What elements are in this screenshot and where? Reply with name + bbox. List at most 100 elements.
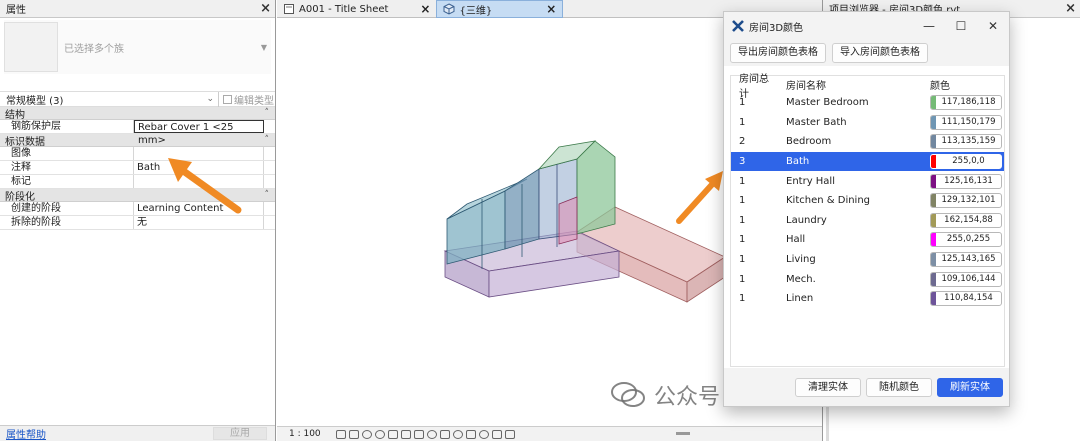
show-crop-icon[interactable]	[413, 429, 424, 439]
detail-level-icon[interactable]	[335, 429, 346, 439]
color-value: 117,186,118	[941, 97, 996, 108]
room-count: 1	[739, 175, 746, 187]
analysis-icon[interactable]	[478, 429, 489, 439]
color-swatch-button[interactable]: 125,143,165	[930, 252, 1002, 268]
color-swatch-button[interactable]: 129,132,101	[930, 193, 1002, 209]
close-icon[interactable]: ×	[420, 2, 430, 16]
family-filter-dropdown[interactable]: 常规模型 (3) ⌄	[0, 91, 219, 107]
room-name: Linen	[786, 293, 814, 305]
color-swatch	[931, 233, 936, 247]
table-row[interactable]: 2 Bedroom 113,135,159	[731, 132, 1004, 152]
room-count: 1	[739, 116, 746, 128]
color-cell: 129,132,101	[928, 193, 1004, 209]
color-cell: 109,106,144	[928, 271, 1004, 287]
color-swatch	[931, 253, 936, 267]
shadows-icon[interactable]	[374, 429, 385, 439]
collapse-icon[interactable]: ˄	[265, 190, 270, 200]
worksharing-icon[interactable]	[465, 429, 476, 439]
table-row[interactable]: 1 Master Bath 111,150,179	[731, 113, 1004, 133]
column-header: 房间名称	[786, 81, 826, 92]
property-key: 注释	[0, 161, 134, 174]
room-name: Laundry	[786, 214, 827, 226]
property-cell-blank	[264, 161, 275, 174]
color-swatch-button[interactable]: 125,16,131	[930, 173, 1002, 189]
color-swatch	[931, 174, 936, 188]
color-cell: 125,16,131	[928, 173, 1004, 189]
room-name: Living	[786, 254, 816, 266]
color-value: 129,132,101	[941, 195, 996, 206]
color-swatch-button[interactable]: 113,135,159	[930, 134, 1002, 150]
crop-view-icon[interactable]	[400, 429, 411, 439]
room-count: 1	[739, 234, 746, 246]
properties-footer: 属性帮助 应用	[0, 425, 275, 441]
color-cell: 125,143,165	[928, 252, 1004, 268]
close-icon[interactable]: ✕	[977, 19, 1009, 33]
color-swatch-button[interactable]: 117,186,118	[930, 95, 1002, 111]
color-swatch	[931, 292, 936, 306]
visual-style-icon[interactable]	[348, 429, 359, 439]
sun-path-icon[interactable]	[361, 429, 372, 439]
horizontal-scrollbar[interactable]	[676, 432, 690, 435]
table-row[interactable]: 1 Hall 255,0,255	[731, 230, 1004, 250]
table-row[interactable]: 1 Kitchen & Dining 129,132,101	[731, 191, 1004, 211]
room-name: Kitchen & Dining	[786, 195, 871, 207]
table-body: 1 Master Bedroom 117,186,118 1 Master Bath 11…	[731, 93, 1004, 309]
color-cell: 110,84,154	[928, 291, 1004, 307]
chevron-down-icon: ⌄	[206, 94, 214, 104]
group-structure[interactable]: 结构 ˄	[0, 107, 275, 121]
room-name: Master Bedroom	[786, 97, 869, 109]
table-row[interactable]: 3 Bath 255,0,0	[731, 151, 1004, 172]
color-swatch-button[interactable]: 255,0,0	[930, 154, 1002, 170]
generate-entities-button[interactable]: 刷新实体	[937, 377, 1003, 397]
table-row[interactable]: 1 Mech. 109,106,144	[731, 269, 1004, 289]
render-icon[interactable]	[387, 429, 398, 439]
random-color-button[interactable]: 随机颜色	[866, 377, 932, 397]
table-row[interactable]: 1 Entry Hall 125,16,131	[731, 171, 1004, 191]
color-swatch-button[interactable]: 255,0,255	[930, 232, 1002, 248]
tab-3d-view[interactable]: {三维} ×	[436, 0, 564, 18]
minimize-icon[interactable]: —	[913, 19, 945, 33]
color-cell: 117,186,118	[928, 95, 1004, 111]
table-row[interactable]: 1 Living 125,143,165	[731, 250, 1004, 270]
close-icon[interactable]: ×	[546, 2, 556, 16]
type-selector[interactable]: 已选择多个族 ▼	[4, 20, 271, 74]
import-colors-button[interactable]: 导入房间颜色表格	[832, 43, 928, 63]
maximize-icon[interactable]: ☐	[945, 19, 977, 33]
room-count: 1	[739, 273, 746, 285]
apply-button[interactable]: 应用	[213, 427, 267, 440]
color-swatch-button[interactable]: 110,84,154	[930, 291, 1002, 307]
table-row[interactable]: 1 Linen 110,84,154	[731, 289, 1004, 309]
tab-label: {三维}	[459, 5, 493, 17]
property-cell-blank	[264, 216, 275, 229]
color-cell: 255,0,255	[928, 232, 1004, 248]
properties-help-link[interactable]: 属性帮助	[6, 426, 46, 441]
chevron-down-icon[interactable]: ▼	[261, 43, 271, 52]
color-swatch-button[interactable]: 111,150,179	[930, 114, 1002, 130]
close-icon[interactable]: ×	[260, 1, 271, 16]
property-cell-blank	[264, 120, 275, 133]
dialog-titlebar: 房间3D颜色 — ☐ ✕	[724, 12, 1009, 40]
table-row[interactable]: 1 Laundry 162,154,88	[731, 211, 1004, 231]
room-count: 1	[739, 293, 746, 305]
collapse-icon[interactable]: ˄	[265, 135, 270, 145]
highlight-icon[interactable]	[491, 429, 502, 439]
edit-type-button[interactable]: 编辑类型	[219, 92, 274, 107]
property-value-field[interactable]: Rebar Cover 1 <25 mm>	[134, 120, 264, 146]
constraints-icon[interactable]	[504, 429, 515, 439]
view-scale[interactable]: 1 : 100	[289, 429, 321, 439]
room-count: 1	[739, 254, 746, 266]
collapse-icon[interactable]: ˄	[265, 108, 270, 118]
room-name: Hall	[786, 234, 806, 246]
unlock-3d-icon[interactable]	[426, 429, 437, 439]
close-icon[interactable]: ×	[1065, 1, 1076, 16]
color-cell: 162,154,88	[928, 212, 1004, 228]
clear-entities-button[interactable]: 清理实体	[795, 377, 861, 397]
tab-title-sheet[interactable]: A001 - Title Sheet ×	[277, 0, 436, 18]
color-value: 125,143,165	[941, 254, 996, 265]
reveal-hidden-icon[interactable]	[452, 429, 463, 439]
export-colors-button[interactable]: 导出房间颜色表格	[730, 43, 826, 63]
color-swatch-button[interactable]: 109,106,144	[930, 271, 1002, 287]
color-swatch-button[interactable]: 162,154,88	[930, 212, 1002, 228]
temporary-hide-icon[interactable]	[439, 429, 450, 439]
room-name: Mech.	[786, 273, 816, 285]
